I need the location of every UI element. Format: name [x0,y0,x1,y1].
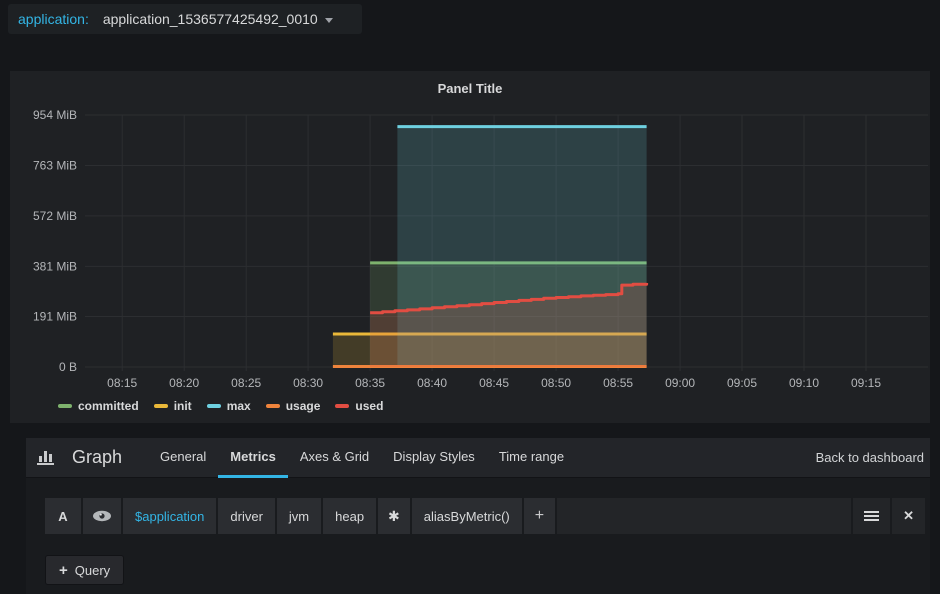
svg-text:08:15: 08:15 [107,376,137,390]
query-segment-wildcard[interactable]: ✱ [378,498,410,534]
query-function-aliasByMetric[interactable]: aliasByMetric() [411,498,522,534]
query-row-spacer [557,498,852,534]
query-ref-letter[interactable]: A [45,498,81,534]
legend-swatch-icon [58,404,72,408]
svg-text:09:05: 09:05 [727,376,757,390]
remove-query-button[interactable]: ✕ [892,498,925,534]
query-segment-heap[interactable]: heap [323,498,377,534]
legend-item[interactable]: init [153,399,192,413]
panel-editor: Graph General Metrics Axes & Grid Displa… [26,438,930,594]
legend-item[interactable]: usage [265,399,321,413]
query-segment-jvm[interactable]: jvm [276,498,322,534]
svg-text:09:00: 09:00 [665,376,695,390]
tab-metrics[interactable]: Metrics [218,438,288,478]
tab-display-styles[interactable]: Display Styles [381,438,487,478]
svg-text:08:45: 08:45 [479,376,509,390]
legend-item[interactable]: committed [58,399,139,413]
query-segment-application[interactable]: $application [123,498,217,534]
legend-label: used [355,399,384,413]
panel-type-label: Graph [72,447,123,467]
tab-axes-grid[interactable]: Axes & Grid [288,438,381,478]
svg-text:572 MiB: 572 MiB [33,209,77,223]
add-query-label: Query [74,562,111,578]
template-variable-bar: application: application_1536577425492_0… [8,4,362,34]
svg-text:09:15: 09:15 [851,376,881,390]
legend-swatch-icon [265,404,280,408]
menu-icon [864,509,880,523]
legend-item[interactable]: max [206,399,251,413]
graph-panel: Panel Title 08:15 08:20 08:25 08:30 08:35 08:… [10,71,930,423]
query-row: A $application driver jvm heap ✱ aliasBy… [45,498,925,534]
legend-swatch-icon [206,404,221,408]
svg-text:08:35: 08:35 [355,376,385,390]
legend-label: max [226,399,251,413]
close-icon: ✕ [903,508,914,523]
legend-label: committed [78,399,139,413]
panel-title[interactable]: Panel Title [10,81,930,96]
svg-text:09:10: 09:10 [789,376,819,390]
plus-icon: + [59,561,68,579]
bar-chart-icon [37,448,58,467]
legend-label: usage [285,399,321,413]
svg-text:08:50: 08:50 [541,376,571,390]
variable-value-text: application_1536577425492_0010 [102,11,318,27]
svg-text:08:25: 08:25 [231,376,261,390]
variable-label: application: [18,11,89,27]
variable-value-dropdown[interactable]: application_1536577425492_0010 [103,11,333,27]
editor-tabbar: Graph General Metrics Axes & Grid Displa… [26,438,930,478]
svg-text:08:40: 08:40 [417,376,447,390]
query-segment-driver[interactable]: driver [218,498,275,534]
add-query-button[interactable]: + Query [45,555,125,585]
toggle-visibility-button[interactable] [83,498,121,534]
query-menu-button[interactable] [853,498,891,534]
legend-label: init [173,399,192,413]
back-to-dashboard-link[interactable]: Back to dashboard [816,450,924,465]
legend-swatch-icon [335,404,350,408]
svg-text:381 MiB: 381 MiB [33,259,77,273]
tab-general[interactable]: General [148,438,218,478]
legend-swatch-icon [153,404,168,408]
tab-time-range[interactable]: Time range [487,438,576,478]
svg-text:08:55: 08:55 [603,376,633,390]
add-segment-button[interactable]: + [523,498,556,534]
eye-icon [93,510,111,522]
panel-graph: 08:15 08:20 08:25 08:30 08:35 08:40 08:45 08:50… [33,108,928,390]
legend-item[interactable]: used [335,399,383,413]
svg-text:954 MiB: 954 MiB [33,108,77,122]
svg-text:0 B: 0 B [59,360,77,374]
caret-down-icon [324,17,333,23]
svg-text:08:30: 08:30 [293,376,323,390]
svg-text:763 MiB: 763 MiB [33,159,77,173]
svg-text:08:20: 08:20 [169,376,199,390]
chart-legend: committed init max usage used [58,399,383,413]
svg-text:191 MiB: 191 MiB [33,310,77,324]
